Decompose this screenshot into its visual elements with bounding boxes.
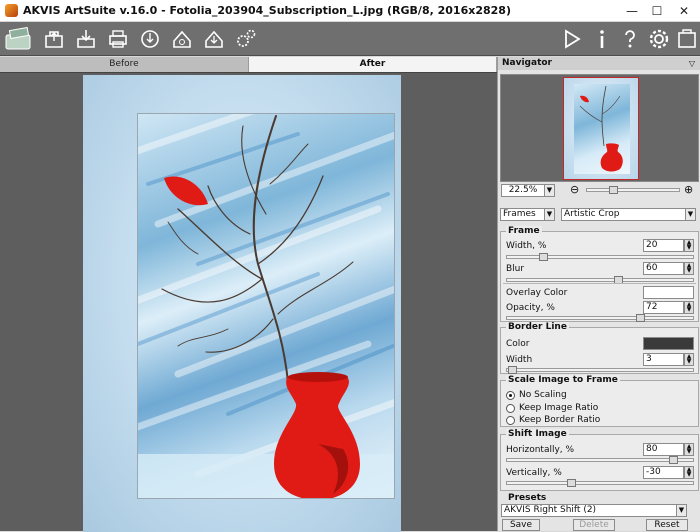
- presets-title: Presets: [504, 492, 700, 504]
- view-tabs: Before After: [0, 57, 497, 72]
- help-icon[interactable]: [618, 27, 642, 51]
- navigator-header: Navigator ▽: [498, 57, 700, 70]
- save-settings-icon[interactable]: [202, 27, 226, 51]
- navigator-view-rect[interactable]: [563, 77, 639, 180]
- keep-image-ratio-label[interactable]: Keep Image Ratio: [519, 403, 598, 413]
- frame-group: Frame Width, % 20 ▲ ▼ Blur 60 ▲ ▼ Overlay …: [500, 226, 699, 322]
- delete-preset-button[interactable]: Delete: [573, 519, 615, 531]
- zoom-slider-thumb[interactable]: [609, 186, 618, 194]
- blur-slider[interactable]: [506, 276, 694, 284]
- navigator-preview[interactable]: [500, 74, 699, 182]
- border-width-slider-thumb[interactable]: [507, 366, 517, 374]
- shift-horizontal-spin-icon[interactable]: ▲ ▼: [684, 443, 694, 456]
- reset-preset-button[interactable]: Reset: [646, 519, 688, 531]
- tab-after[interactable]: After: [249, 57, 497, 72]
- frame-type-dropdown-icon[interactable]: ▼: [685, 208, 696, 221]
- settings-panel: Navigator ▽ 22.5% ▼ ⊖ ⊕ Frames ▼ Artisti…: [497, 57, 700, 531]
- opacity-input[interactable]: 72: [643, 301, 684, 314]
- run-icon[interactable]: [560, 27, 584, 51]
- opacity-slider-thumb[interactable]: [635, 314, 645, 322]
- presets-dropdown-icon[interactable]: ▼: [676, 504, 687, 517]
- save-icon[interactable]: [74, 27, 98, 51]
- category-select[interactable]: Frames: [500, 208, 545, 221]
- tab-before[interactable]: Before: [0, 57, 249, 72]
- info-icon[interactable]: [590, 27, 614, 51]
- shift-vertical-slider-thumb[interactable]: [567, 479, 577, 487]
- border-line-group: Border Line Color Width 3 ▲ ▼: [500, 322, 699, 374]
- presets-select[interactable]: AKVIS Right Shift (2): [501, 504, 677, 517]
- shift-image-group-title: Shift Image: [506, 429, 569, 439]
- load-settings-icon[interactable]: [170, 27, 194, 51]
- navigator-thumbnail: [574, 84, 630, 174]
- radio-keep-border-ratio[interactable]: [506, 416, 515, 425]
- border-width-input[interactable]: 3: [643, 353, 684, 366]
- batch-settings-icon[interactable]: [234, 27, 258, 51]
- keep-border-ratio-label[interactable]: Keep Border Ratio: [519, 415, 600, 425]
- zoom-slider[interactable]: [586, 186, 680, 194]
- border-color-swatch[interactable]: [643, 337, 694, 350]
- overlay-color-label: Overlay Color: [506, 288, 568, 298]
- window-title: AKVIS ArtSuite v.16.0 - Fotolia_203904_S…: [23, 4, 511, 17]
- zoom-out-icon[interactable]: ⊖: [570, 183, 579, 196]
- shift-horizontal-slider-thumb[interactable]: [669, 456, 679, 464]
- minimize-button[interactable]: —: [620, 2, 644, 20]
- frame-width-spin-icon[interactable]: ▲ ▼: [684, 239, 694, 252]
- no-scaling-label[interactable]: No Scaling: [519, 390, 567, 400]
- blur-input[interactable]: 60: [643, 262, 684, 275]
- zoom-field[interactable]: 22.5%: [501, 184, 545, 197]
- tools-icon[interactable]: [675, 27, 699, 51]
- border-line-group-title: Border Line: [506, 322, 569, 332]
- preferences-gear-icon[interactable]: [647, 27, 671, 51]
- save-preset-button[interactable]: Save: [502, 519, 540, 531]
- navigator-title: Navigator: [502, 58, 552, 68]
- app-icon: [5, 4, 18, 17]
- category-dropdown-icon[interactable]: ▼: [544, 208, 555, 221]
- shift-vertical-input[interactable]: -30: [643, 466, 684, 479]
- title-bar: AKVIS ArtSuite v.16.0 - Fotolia_203904_S…: [0, 0, 700, 22]
- toolbar: [0, 22, 700, 56]
- zoom-in-icon[interactable]: ⊕: [684, 183, 693, 196]
- divider: [503, 283, 696, 284]
- shift-vertical-label: Vertically, %: [506, 468, 562, 478]
- border-width-spin-icon[interactable]: ▲ ▼: [684, 353, 694, 366]
- shift-vertical-slider[interactable]: [506, 479, 694, 487]
- image-area: Before After: [0, 57, 497, 532]
- frame-width-label: Width, %: [506, 241, 547, 251]
- opacity-label: Opacity, %: [506, 303, 555, 313]
- frame-width-slider-thumb[interactable]: [539, 253, 549, 261]
- blur-label: Blur: [506, 264, 525, 274]
- border-width-slider[interactable]: [506, 366, 694, 374]
- shift-horizontal-label: Horizontally, %: [506, 445, 575, 455]
- photo-vase-branch: [137, 113, 395, 499]
- close-button[interactable]: ✕: [672, 2, 696, 20]
- frame-width-slider[interactable]: [506, 253, 694, 261]
- shift-horizontal-input[interactable]: 80: [643, 443, 684, 456]
- print-icon[interactable]: [106, 27, 130, 51]
- blur-spin-icon[interactable]: ▲ ▼: [684, 262, 694, 275]
- opacity-slider[interactable]: [506, 314, 694, 322]
- collapse-chevron-icon[interactable]: ▽: [689, 57, 695, 70]
- overlay-color-swatch[interactable]: [643, 286, 694, 299]
- radio-keep-image-ratio[interactable]: [506, 404, 515, 413]
- scale-group-title: Scale Image to Frame: [506, 375, 620, 385]
- zoom-dropdown-icon[interactable]: ▼: [544, 184, 555, 197]
- radio-no-scaling[interactable]: [506, 391, 515, 400]
- shift-horizontal-slider[interactable]: [506, 456, 694, 464]
- frame-group-title: Frame: [506, 226, 542, 236]
- open-icon[interactable]: [42, 27, 66, 51]
- border-color-label: Color: [506, 339, 530, 349]
- shift-image-group: Shift Image Horizontally, % 80 ▲ ▼ Vertic…: [500, 429, 699, 491]
- scale-group: Scale Image to Frame No Scaling Keep Ima…: [500, 375, 699, 427]
- frame-type-select[interactable]: Artistic Crop: [561, 208, 686, 221]
- share-icon[interactable]: [138, 27, 162, 51]
- framed-result-image: [83, 75, 401, 532]
- image-canvas[interactable]: [0, 72, 497, 532]
- shift-vertical-spin-icon[interactable]: ▲ ▼: [684, 466, 694, 479]
- app-logo-icon: [4, 26, 34, 51]
- opacity-spin-icon[interactable]: ▲ ▼: [684, 301, 694, 314]
- frame-width-input[interactable]: 20: [643, 239, 684, 252]
- border-width-label: Width: [506, 355, 533, 365]
- maximize-button[interactable]: ☐: [645, 2, 669, 20]
